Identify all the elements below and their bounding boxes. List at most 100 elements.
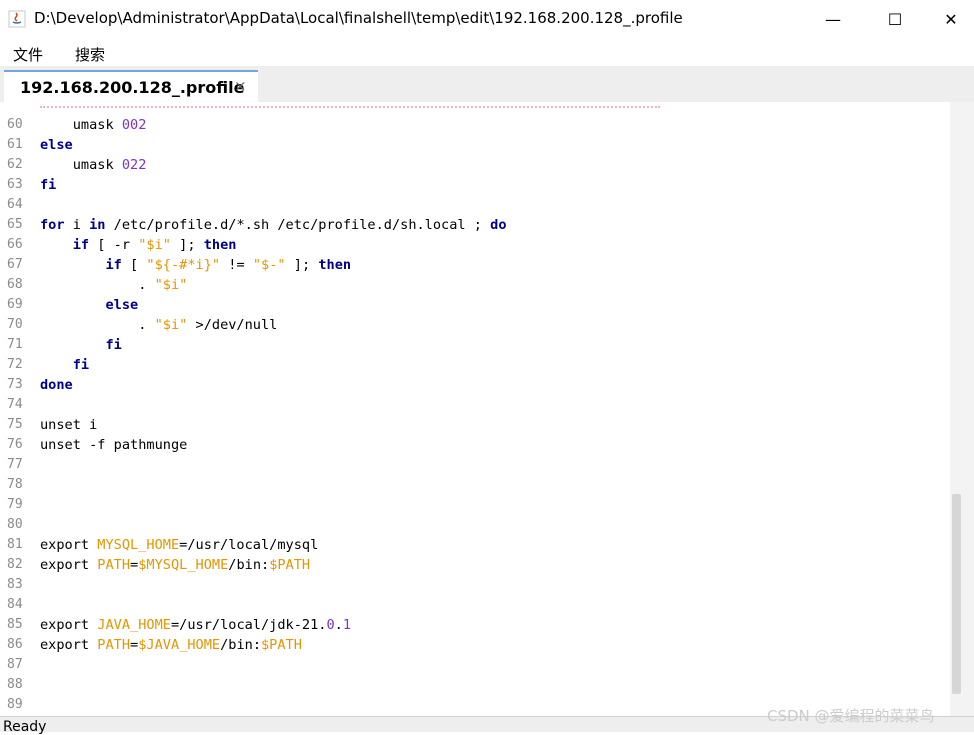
code-token: in [89, 217, 106, 233]
code-line: 75 unset i [0, 415, 950, 435]
line-code: fi [40, 335, 122, 355]
code-token: $PATH [261, 637, 302, 653]
code-token: . [40, 277, 155, 293]
line-number: 77 [7, 457, 23, 472]
code-token: export [40, 537, 98, 553]
menu-bar: 文件 搜索 [0, 38, 974, 66]
code-line: 76 unset -f pathmunge [0, 435, 950, 455]
code-token: =/usr/local/mysql [179, 537, 319, 553]
line-number: 87 [7, 657, 23, 672]
code-token: export [40, 617, 98, 633]
code-token: $JAVA_HOME [138, 637, 221, 653]
code-token: export [40, 637, 98, 653]
status-text: Ready [3, 719, 47, 735]
line-code: umask 002 [40, 115, 147, 135]
code-token: fi [105, 337, 122, 353]
code-line: 84 [0, 595, 950, 615]
code-line: 74 [0, 395, 950, 415]
code-token: fi [40, 177, 57, 193]
code-token: umask [40, 117, 122, 133]
line-code: unset -f pathmunge [40, 435, 187, 455]
code-line: 71 fi [0, 335, 950, 355]
code-token: done [40, 377, 73, 393]
code-lines: 60 umask 002 61 else 62 umask 022 63 fi 64 65 fo… [0, 115, 950, 715]
line-number: 85 [7, 617, 23, 632]
code-line: 81 export MYSQL_HOME=/usr/local/mysql [0, 535, 950, 555]
line-number: 65 [7, 217, 23, 232]
code-line: 68 . "$i" [0, 275, 950, 295]
code-token: PATH [97, 637, 131, 653]
tab-profile[interactable]: 192.168.200.128_.profile × [4, 70, 258, 102]
line-number: 72 [7, 357, 23, 372]
line-number: 80 [7, 517, 23, 532]
line-number: 89 [7, 697, 23, 712]
code-token: . [40, 317, 155, 333]
line-number: 66 [7, 237, 23, 252]
code-token: = [130, 637, 139, 653]
code-token: . [334, 617, 343, 633]
line-code: export JAVA_HOME=/usr/local/jdk-21.0.1 [40, 615, 351, 635]
code-line: 77 [0, 455, 950, 475]
code-token: /etc/profile.d/*.sh /etc/profile.d/sh.lo… [105, 217, 491, 233]
code-token: for [40, 217, 65, 233]
tab-label: 192.168.200.128_.profile [20, 78, 245, 97]
menu-search[interactable]: 搜索 [75, 44, 105, 65]
line-code: if [ -r "$i" ]; then [40, 235, 237, 255]
line-number: 83 [7, 577, 23, 592]
line-code: else [40, 135, 73, 155]
code-token: 002 [121, 117, 147, 133]
line-number: 84 [7, 597, 23, 612]
code-token: [ [121, 257, 147, 273]
line-code: export PATH=$MYSQL_HOME/bin:$PATH [40, 555, 310, 575]
code-line: 87 [0, 655, 950, 675]
code-line: 73 done [0, 375, 950, 395]
code-token: ]; [170, 237, 204, 253]
line-code: if [ "${-#*i}" != "$-" ]; then [40, 255, 351, 275]
scrollbar-thumb[interactable] [952, 494, 961, 694]
code-line: 61 else [0, 135, 950, 155]
code-token: 022 [121, 157, 147, 173]
code-token: unset i [40, 417, 98, 433]
code-line: 79 [0, 495, 950, 515]
close-window-button[interactable]: ✕ [928, 0, 974, 38]
code-line: 67 if [ "${-#*i}" != "$-" ]; then [0, 255, 950, 275]
line-number: 76 [7, 437, 23, 452]
code-token: /bin: [220, 637, 261, 653]
tab-close-icon[interactable]: × [234, 77, 247, 95]
code-token: "$i" [138, 237, 171, 253]
code-token: do [490, 217, 507, 233]
line-number: 82 [7, 557, 23, 572]
code-token: umask [40, 157, 122, 173]
code-token: $PATH [269, 557, 311, 573]
code-editor[interactable]: 60 umask 002 61 else 62 umask 022 63 fi 64 65 fo… [0, 102, 974, 716]
code-token: 0 [326, 617, 335, 633]
code-line: 86 export PATH=$JAVA_HOME/bin:$PATH [0, 635, 950, 655]
line-code: export PATH=$JAVA_HOME/bin:$PATH [40, 635, 302, 655]
line-number: 60 [7, 117, 23, 132]
maximize-button[interactable]: ☐ [872, 0, 918, 38]
code-token: i [64, 217, 90, 233]
line-number: 86 [7, 637, 23, 652]
minimize-button[interactable]: — [810, 0, 856, 38]
line-code: . "$i" >/dev/null [40, 315, 277, 335]
code-token: fi [72, 357, 90, 373]
menu-file[interactable]: 文件 [13, 44, 43, 65]
line-code: . "$i" [40, 275, 187, 295]
code-token: 1 [342, 617, 352, 633]
code-token: $MYSQL_HOME [138, 557, 229, 573]
code-token: else [40, 137, 73, 153]
line-number: 88 [7, 677, 23, 692]
code-line: 82 export PATH=$MYSQL_HOME/bin:$PATH [0, 555, 950, 575]
code-line: 70 . "$i" >/dev/null [0, 315, 950, 335]
code-token: != [220, 257, 253, 273]
minimize-icon: — [825, 9, 841, 29]
line-number: 62 [7, 157, 23, 172]
line-code: fi [40, 355, 89, 375]
code-token: "${-#*i}" [146, 257, 221, 273]
code-line: 65 for i in /etc/profile.d/*.sh /etc/prof… [0, 215, 950, 235]
code-line: 80 [0, 515, 950, 535]
code-token: "$-" [252, 257, 286, 273]
maximize-icon: ☐ [887, 9, 903, 29]
